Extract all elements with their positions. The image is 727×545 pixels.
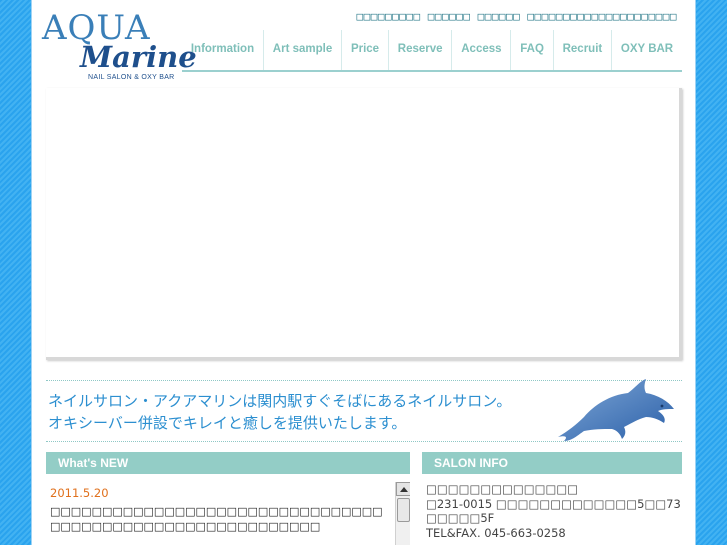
nav-access[interactable]: Access	[452, 30, 512, 70]
scroll-up-arrow-icon[interactable]	[396, 482, 410, 496]
top-links[interactable]: □□□□□□□□□ □□□□□□ □□□□□□ □□□□□□□□□□□□□□□□…	[356, 10, 677, 23]
salon-name: □□□□□□□□□□□□□□	[426, 482, 579, 496]
salon-info-panel: □□□□□□□□□□□□□□ □231-0015 □□□□□□□□□□□□□5□…	[426, 482, 682, 545]
hero-image-area	[46, 88, 682, 360]
dolphin-icon	[558, 379, 674, 441]
tagline-line-2: オキシーバー併設でキレイと癒しを提供いたします。	[48, 414, 407, 432]
salon-address: □231-0015 □□□□□□□□□□□□□5□□73	[426, 496, 681, 511]
main-nav: Information Art sample Price Reserve Acc…	[182, 30, 682, 72]
logo-marine: Marine	[80, 40, 197, 74]
salon-info-header: SALON INFO	[422, 452, 682, 474]
news-panel: 2011.5.20 □□□□□□□□□□□□□□□□□□□□□□□□□□□□□□…	[46, 482, 410, 545]
nav-price[interactable]: Price	[342, 30, 389, 70]
nav-reserve[interactable]: Reserve	[389, 30, 453, 70]
logo[interactable]: AQUA Marine NAIL SALON & OXY BAR	[42, 8, 197, 84]
logo-subtitle: NAIL SALON & OXY BAR	[88, 74, 175, 81]
salon-phone: TEL&FAX. 045-663-0258	[426, 525, 566, 540]
tagline-area: ネイルサロン・アクアマリンは関内駅すぐそばにあるネイルサロン。 オキシーバー併設…	[46, 379, 682, 442]
nav-faq[interactable]: FAQ	[511, 30, 554, 70]
nav-recruit[interactable]: Recruit	[554, 30, 613, 70]
news-date: 2011.5.20	[50, 486, 109, 500]
salon-building: □□□□□5F	[426, 511, 495, 525]
whats-new-header: What's NEW	[46, 452, 410, 474]
nav-oxy-bar[interactable]: OXY BAR	[612, 30, 682, 70]
news-scrollbar[interactable]	[395, 482, 410, 545]
tagline-text: ネイルサロン・アクアマリンは関内駅すぐそばにあるネイルサロン。 オキシーバー併設…	[48, 390, 511, 434]
nav-art-sample[interactable]: Art sample	[264, 30, 343, 70]
news-text: □□□□□□□□□□□□□□□□□□□□□□□□□□□□□□□□□□□□□□□□…	[50, 505, 383, 533]
tagline-line-1: ネイルサロン・アクアマリンは関内駅すぐそばにあるネイルサロン。	[48, 392, 512, 410]
nav-information[interactable]: Information	[182, 30, 264, 70]
page-container: AQUA Marine NAIL SALON & OXY BAR □□□□□□□…	[31, 0, 696, 545]
scroll-thumb[interactable]	[397, 498, 410, 522]
